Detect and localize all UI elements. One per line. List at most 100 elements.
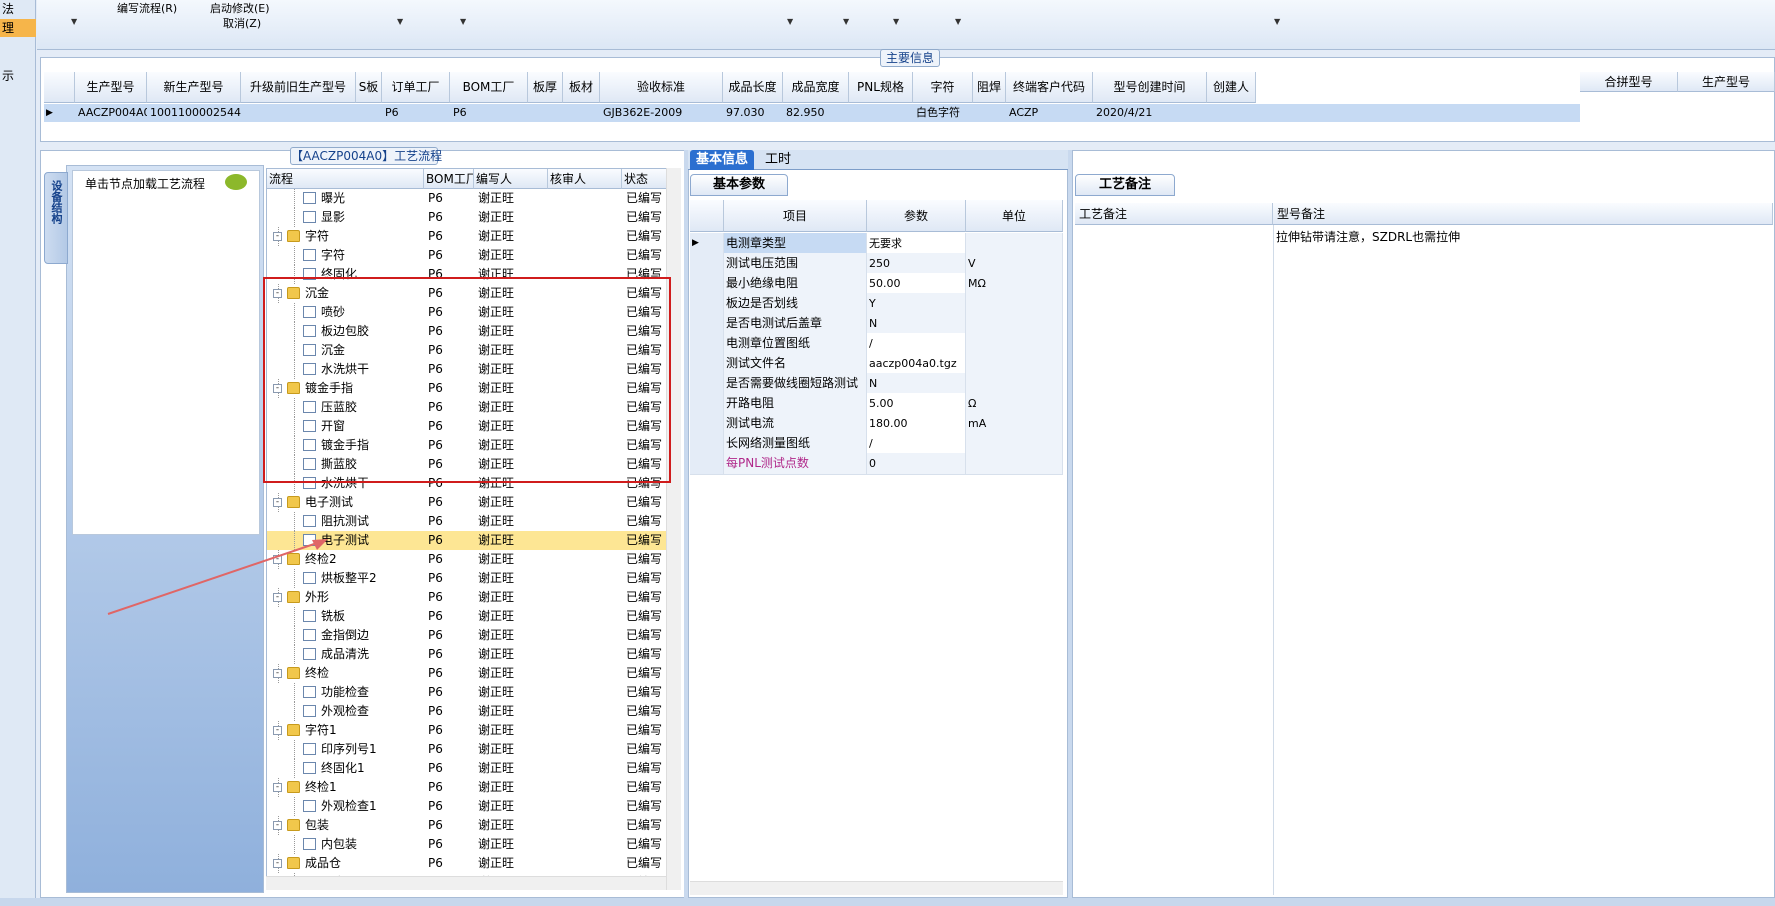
- row-header[interactable]: [690, 373, 724, 394]
- main-info-cell[interactable]: AACZP004A0: [75, 104, 147, 122]
- main-col-header[interactable]: 成品长度: [723, 72, 783, 103]
- basic-params-grid[interactable]: 项目 参数 单位 ▶ 电测章类型 无要求 测试电压范围 250 V 最小绝缘电阻 50.00 M…: [690, 200, 1063, 496]
- main-col-header[interactable]: S板: [356, 72, 382, 103]
- main-info-cell[interactable]: P6: [450, 104, 528, 122]
- param-row[interactable]: 测试电压范围 250 V: [690, 253, 1063, 275]
- param-value[interactable]: /: [867, 333, 966, 354]
- col-header-status[interactable]: 状态: [622, 169, 667, 189]
- col-header-param[interactable]: 参数: [867, 200, 966, 232]
- tree-row[interactable]: 外观检查 P6 谢正旺 已编写: [267, 702, 667, 721]
- param-value[interactable]: 250: [867, 253, 966, 274]
- param-row[interactable]: 是否需要做线圈短路测试 N: [690, 373, 1063, 395]
- tree-row[interactable]: - 字符 P6 谢正旺 已编写: [267, 227, 667, 246]
- main-info-cell[interactable]: ACZP: [1006, 104, 1093, 122]
- merge-col-header[interactable]: 合拼型号: [1580, 72, 1678, 92]
- main-info-cell[interactable]: [849, 104, 913, 122]
- param-row[interactable]: 电测章位置图纸 /: [690, 333, 1063, 355]
- main-info-cell[interactable]: 82.950: [783, 104, 849, 122]
- row-header[interactable]: ▶: [690, 233, 724, 254]
- tree-row[interactable]: 内包装 P6 谢正旺 已编写: [267, 835, 667, 854]
- main-info-cell[interactable]: [241, 104, 356, 122]
- craft-notes-tab[interactable]: 工艺备注: [1075, 174, 1175, 196]
- dropdown-arrow-icon[interactable]: ▼: [71, 17, 77, 26]
- merge-col-header[interactable]: 生产型号: [1678, 72, 1775, 92]
- row-header[interactable]: [690, 273, 724, 294]
- tree-row[interactable]: - 成品仓 P6 谢正旺 已编写: [267, 854, 667, 873]
- splitter[interactable]: [684, 150, 688, 898]
- dropdown-arrow-icon[interactable]: ▼: [787, 17, 793, 26]
- param-value[interactable]: N: [867, 313, 966, 334]
- cancel-button[interactable]: 取消(Z): [223, 15, 261, 31]
- param-value[interactable]: /: [867, 433, 966, 454]
- main-col-header[interactable]: 新生产型号: [147, 72, 241, 103]
- tree-row[interactable]: 显影 P6 谢正旺 已编写: [267, 208, 667, 227]
- nav-item-1[interactable]: 法: [0, 0, 36, 18]
- param-row[interactable]: 板边是否划线 Y: [690, 293, 1063, 315]
- dropdown-arrow-icon[interactable]: ▼: [893, 17, 899, 26]
- main-info-cell[interactable]: [1207, 104, 1256, 122]
- tree-row[interactable]: 成品清洗 P6 谢正旺 已编写: [267, 645, 667, 664]
- basic-horizontal-scrollbar[interactable]: [690, 881, 1063, 895]
- param-row[interactable]: 是否电测试后盖章 N: [690, 313, 1063, 335]
- row-header[interactable]: [690, 433, 724, 454]
- collapse-icon[interactable]: -: [273, 859, 282, 868]
- row-header[interactable]: [690, 353, 724, 374]
- tree-row[interactable]: 金指倒边 P6 谢正旺 已编写: [267, 626, 667, 645]
- dropdown-arrow-icon[interactable]: ▼: [397, 17, 403, 26]
- tree-row[interactable]: 阻抗测试 P6 谢正旺 已编写: [267, 512, 667, 531]
- param-value[interactable]: 50.00: [867, 273, 966, 294]
- main-info-cell[interactable]: 2020/4/21: [1093, 104, 1207, 122]
- collapse-icon[interactable]: -: [273, 821, 282, 830]
- main-info-cell[interactable]: P6: [382, 104, 450, 122]
- dropdown-arrow-icon[interactable]: ▼: [1274, 17, 1280, 26]
- main-col-header[interactable]: 验收标准: [600, 72, 723, 103]
- main-col-header[interactable]: 字符: [913, 72, 973, 103]
- main-col-header[interactable]: PNL规格: [849, 72, 913, 103]
- write-flow-button[interactable]: 编写流程(R): [117, 0, 177, 16]
- param-row[interactable]: 开路电阻 5.00 Ω: [690, 393, 1063, 415]
- splitter[interactable]: [1068, 150, 1072, 898]
- tree-row[interactable]: 印序列号1 P6 谢正旺 已编写: [267, 740, 667, 759]
- tab-work-hours[interactable]: 工时: [759, 150, 797, 170]
- param-value[interactable]: N: [867, 373, 966, 394]
- param-row[interactable]: 测试电流 180.00 mA: [690, 413, 1063, 435]
- param-value[interactable]: 0: [867, 453, 966, 474]
- main-col-header[interactable]: 板材: [563, 72, 600, 103]
- tree-row[interactable]: - 终检 P6 谢正旺 已编写: [267, 664, 667, 683]
- col-header-model-note[interactable]: 型号备注: [1273, 203, 1773, 225]
- nav-item-2[interactable]: 理: [0, 19, 36, 37]
- col-header-item[interactable]: 项目: [724, 200, 867, 232]
- row-header[interactable]: [690, 393, 724, 414]
- tree-row[interactable]: 曝光 P6 谢正旺 已编写: [267, 189, 667, 208]
- basic-params-tab[interactable]: 基本参数: [690, 174, 788, 196]
- model-note-text[interactable]: 拉伸钻带请注意，SZDRL也需拉伸: [1276, 228, 1460, 245]
- collapse-icon[interactable]: -: [273, 498, 282, 507]
- main-col-header[interactable]: 生产型号: [75, 72, 147, 103]
- tree-row[interactable]: 外观检查1 P6 谢正旺 已编写: [267, 797, 667, 816]
- collapse-icon[interactable]: -: [273, 669, 282, 678]
- tree-row[interactable]: - 包装 P6 谢正旺 已编写: [267, 816, 667, 835]
- tree-row[interactable]: 功能检查 P6 谢正旺 已编写: [267, 683, 667, 702]
- main-info-cell[interactable]: 白色字符: [913, 104, 973, 122]
- tree-row[interactable]: 字符 P6 谢正旺 已编写: [267, 246, 667, 265]
- col-header-unit[interactable]: 单位: [966, 200, 1063, 232]
- row-header[interactable]: [690, 333, 724, 354]
- param-value[interactable]: 5.00: [867, 393, 966, 414]
- tree-row[interactable]: - 电子测试 P6 谢正旺 已编写: [267, 493, 667, 512]
- start-modify-button[interactable]: 启动修改(E): [210, 0, 270, 16]
- row-header[interactable]: [690, 293, 724, 314]
- tree-row[interactable]: 终固化1 P6 谢正旺 已编写: [267, 759, 667, 778]
- main-col-header[interactable]: 阻焊: [973, 72, 1006, 103]
- tree-row[interactable]: - 终检1 P6 谢正旺 已编写: [267, 778, 667, 797]
- main-info-cell[interactable]: [563, 104, 600, 122]
- col-header-writer[interactable]: 编写人: [474, 169, 548, 189]
- nav-item-3[interactable]: 示: [0, 67, 36, 85]
- main-col-header[interactable]: 型号创建时间: [1093, 72, 1207, 103]
- main-col-header[interactable]: 成品宽度: [783, 72, 849, 103]
- main-info-cell[interactable]: GJB362E-2009: [600, 104, 723, 122]
- param-row[interactable]: 长网络测量图纸 /: [690, 433, 1063, 455]
- dropdown-arrow-icon[interactable]: ▼: [955, 17, 961, 26]
- param-row[interactable]: 最小绝缘电阻 50.00 MΩ: [690, 273, 1063, 295]
- main-info-cell[interactable]: [528, 104, 563, 122]
- main-col-header[interactable]: 升级前旧生产型号: [241, 72, 356, 103]
